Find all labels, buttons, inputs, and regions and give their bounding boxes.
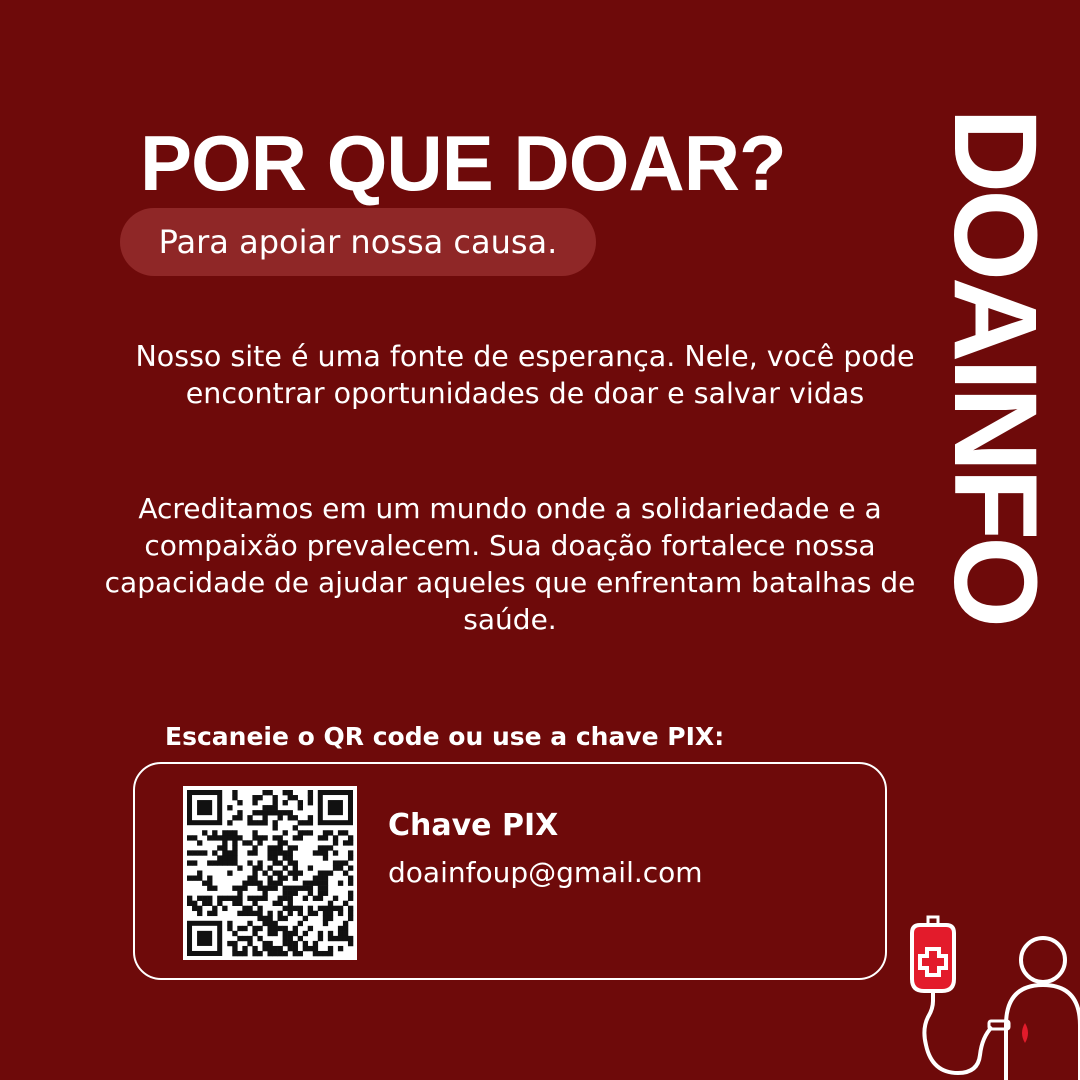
page-title: POR QUE DOAR? [140, 119, 787, 207]
intro-paragraph: Nosso site é uma fonte de esperança. Nel… [135, 340, 915, 410]
pix-key-label: Chave PIX [388, 808, 559, 843]
mission-paragraph: Acreditamos em um mundo onde a solidarie… [104, 492, 916, 636]
donation-illustration [910, 915, 1080, 1080]
subtitle-badge: Para apoiar nossa causa. [120, 208, 596, 276]
qr-code-icon[interactable] [183, 786, 357, 960]
pix-key-email[interactable]: doainfoup@gmail.com [388, 856, 703, 889]
scan-instruction: Escaneie o QR code ou use a chave PIX: [165, 722, 725, 751]
person-donor-icon [1004, 936, 1080, 1080]
brand-logo-text: DOAINFO [929, 108, 1061, 625]
blood-bag-icon [910, 915, 1011, 1076]
